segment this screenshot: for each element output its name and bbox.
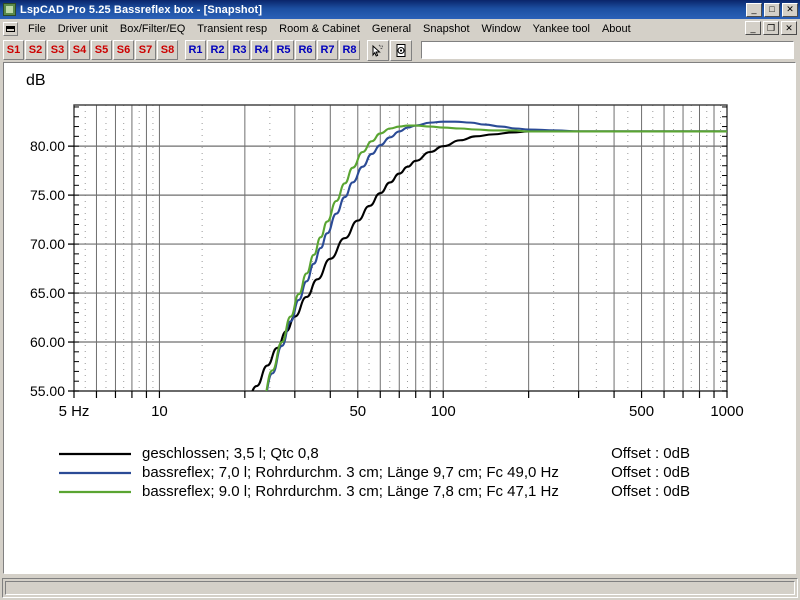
snapshot-child-window: dB 80.00 75.00 70.00 65.00 60.00 55.00 5 Hz 10 50… xyxy=(3,62,796,574)
x-tick-label: 5 Hz xyxy=(59,403,90,420)
menu-item-box-filter-eq[interactable]: Box/Filter/EQ xyxy=(114,21,191,37)
x-tick-label: 100 xyxy=(431,403,456,420)
x-tick-label: 500 xyxy=(629,403,654,420)
maximize-button[interactable]: □ xyxy=(764,2,780,17)
snapshot-button-s6[interactable]: S6 xyxy=(113,40,134,60)
recall-button-r7[interactable]: R7 xyxy=(317,40,338,60)
recall-button-r4[interactable]: R4 xyxy=(251,40,272,60)
plot-svg[interactable]: dB 80.00 75.00 70.00 65.00 60.00 55.00 5 Hz 10 50… xyxy=(4,63,795,573)
y-tick-label: 65.00 xyxy=(30,285,65,301)
x-tick-label: 1000 xyxy=(710,403,743,420)
snapshot-button-s5[interactable]: S5 xyxy=(91,40,112,60)
snapshot-button-s2[interactable]: S2 xyxy=(25,40,46,60)
recall-button-r3[interactable]: R3 xyxy=(229,40,250,60)
window-controls: _ □ ✕ xyxy=(746,2,798,17)
legend-label-2: bassreflex; 9.0 l; Rohrdurchm. 3 cm; Län… xyxy=(142,483,559,500)
cursor-pick-icon xyxy=(372,44,383,57)
mdi-close-button[interactable]: ✕ xyxy=(781,21,797,35)
title-bar: LspCAD Pro 5.25 Bassreflex box - [Snapsh… xyxy=(0,0,800,19)
maximize-icon: □ xyxy=(769,4,775,14)
legend-label-0: geschlossen; 3,5 l; Qtc 0,8 xyxy=(142,445,319,462)
application-window: LspCAD Pro 5.25 Bassreflex box - [Snapsh… xyxy=(0,0,800,600)
legend-offset-0: Offset : 0dB xyxy=(611,445,690,462)
y-tick-label: 60.00 xyxy=(30,334,65,350)
x-tick-label: 10 xyxy=(151,403,168,420)
snapshot-button-s1[interactable]: S1 xyxy=(3,40,24,60)
mdi-minimize-icon: _ xyxy=(750,22,756,33)
mdi-window-controls: _ ❐ ✕ xyxy=(745,21,797,35)
legend-offset-1: Offset : 0dB xyxy=(611,464,690,481)
frequency-response-plot: dB 80.00 75.00 70.00 65.00 60.00 55.00 5 Hz 10 50… xyxy=(4,63,795,573)
window-title: LspCAD Pro 5.25 Bassreflex box - [Snapsh… xyxy=(20,3,263,16)
close-icon: ✕ xyxy=(786,4,794,14)
recall-button-r6[interactable]: R6 xyxy=(295,40,316,60)
menu-item-transient-resp[interactable]: Transient resp xyxy=(191,21,273,37)
menu-item-snapshot[interactable]: Snapshot xyxy=(417,21,475,37)
y-tick-label: 55.00 xyxy=(30,383,65,399)
y-axis-title: dB xyxy=(26,72,46,89)
legend-offset-2: Offset : 0dB xyxy=(611,483,690,500)
status-text xyxy=(5,581,795,595)
y-tick-label: 70.00 xyxy=(30,236,65,252)
recall-button-r1[interactable]: R1 xyxy=(185,40,206,60)
menu-item-file[interactable]: File xyxy=(22,21,52,37)
snapshot-button-s3[interactable]: S3 xyxy=(47,40,68,60)
tool-bar: S1 S2 S3 S4 S5 S6 S7 S8 R1 R2 R3 R4 R5 R… xyxy=(0,38,800,62)
status-bar xyxy=(2,578,798,598)
legend-label-1: bassreflex; 7,0 l; Rohrdurchm. 3 cm; Län… xyxy=(142,464,559,481)
mdi-close-icon: ✕ xyxy=(785,22,793,33)
y-tick-label: 80.00 xyxy=(30,138,65,154)
recall-button-r8[interactable]: R8 xyxy=(339,40,360,60)
snapshot-button-s8[interactable]: S8 xyxy=(157,40,178,60)
driver-unit-icon xyxy=(396,43,406,57)
app-icon xyxy=(3,3,16,16)
close-button[interactable]: ✕ xyxy=(782,2,798,17)
driver-unit-button[interactable] xyxy=(390,39,412,61)
recall-button-r5[interactable]: R5 xyxy=(273,40,294,60)
menu-item-room-cabinet[interactable]: Room & Cabinet xyxy=(273,21,366,37)
menu-item-general[interactable]: General xyxy=(366,21,417,37)
snapshot-button-s7[interactable]: S7 xyxy=(135,40,156,60)
x-tick-label: 50 xyxy=(349,403,366,420)
cursor-pick-button[interactable] xyxy=(367,39,389,61)
mdi-system-icon[interactable] xyxy=(3,21,18,36)
mdi-restore-button[interactable]: ❐ xyxy=(763,21,779,35)
minimize-button[interactable]: _ xyxy=(746,2,762,17)
minimize-icon: _ xyxy=(751,4,757,14)
snapshot-button-s4[interactable]: S4 xyxy=(69,40,90,60)
mdi-restore-icon: ❐ xyxy=(766,22,776,33)
menu-bar: File Driver unit Box/Filter/EQ Transient… xyxy=(0,19,800,38)
mdi-client-area: dB 80.00 75.00 70.00 65.00 60.00 55.00 5 Hz 10 50… xyxy=(0,62,800,600)
menu-item-yankee-tool[interactable]: Yankee tool xyxy=(527,21,596,37)
menu-item-window[interactable]: Window xyxy=(476,21,527,37)
menu-item-driver-unit[interactable]: Driver unit xyxy=(52,21,114,37)
y-tick-label: 75.00 xyxy=(30,187,65,203)
mdi-minimize-button[interactable]: _ xyxy=(745,21,761,35)
recall-button-r2[interactable]: R2 xyxy=(207,40,228,60)
toolbar-text-field[interactable] xyxy=(421,41,794,59)
menu-item-about[interactable]: About xyxy=(596,21,637,37)
